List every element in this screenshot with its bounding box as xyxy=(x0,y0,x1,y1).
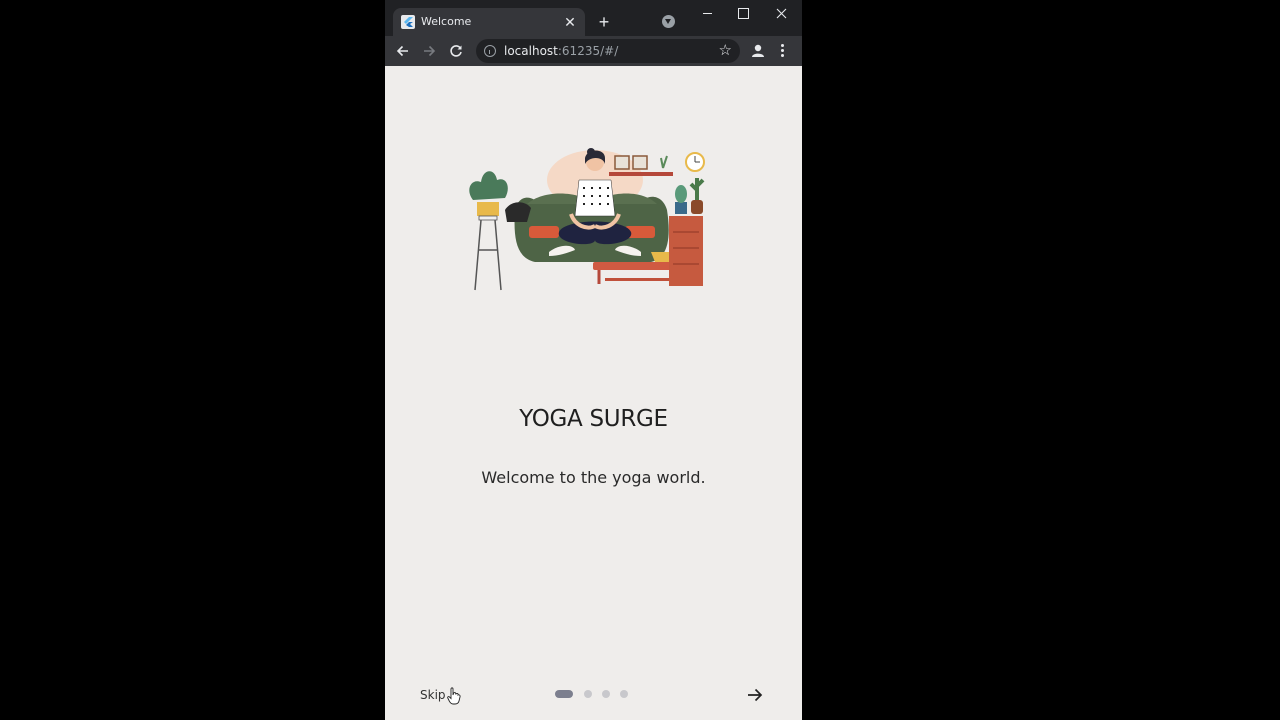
onboarding-page: YOGA SURGE Welcome to the yoga world. Sk… xyxy=(385,66,802,720)
minimize-icon[interactable] xyxy=(689,4,725,24)
welcome-subtitle: Welcome to the yoga world. xyxy=(481,468,706,487)
window-close-icon[interactable] xyxy=(763,4,799,24)
maximize-icon[interactable] xyxy=(725,4,761,24)
browser-menu-icon[interactable] xyxy=(777,42,787,60)
page-indicator-dot[interactable] xyxy=(584,690,592,698)
tab-welcome[interactable]: Welcome ✕ xyxy=(393,8,585,36)
app-title: YOGA SURGE xyxy=(519,406,668,432)
back-icon[interactable] xyxy=(393,41,413,61)
address-bar[interactable]: localhost:61235/#/ ☆ xyxy=(476,39,740,63)
tab-search-icon[interactable] xyxy=(662,15,675,28)
skip-button[interactable]: Skip xyxy=(420,688,446,702)
tab-title: Welcome xyxy=(421,15,472,28)
reload-icon[interactable] xyxy=(446,41,466,61)
forward-icon[interactable] xyxy=(419,41,439,61)
site-info-icon[interactable] xyxy=(484,45,496,57)
browser-toolbar: localhost:61235/#/ ☆ xyxy=(385,36,802,66)
yoga-illustration xyxy=(469,148,705,291)
page-indicator-dot[interactable] xyxy=(602,690,610,698)
url-text: localhost:61235/#/ xyxy=(504,44,618,58)
flutter-favicon-icon xyxy=(401,15,415,29)
profile-icon[interactable] xyxy=(749,42,767,60)
tab-close-icon[interactable]: ✕ xyxy=(561,13,579,31)
tab-strip: Welcome ✕ + xyxy=(385,0,802,36)
hand-cursor-icon xyxy=(447,687,461,705)
new-tab-icon[interactable]: + xyxy=(593,11,615,33)
browser-window: Welcome ✕ + localhost:61235/#/ ☆ YOGA SU… xyxy=(385,0,802,720)
url-path: :61235/#/ xyxy=(557,44,619,58)
page-indicator-dot[interactable] xyxy=(620,690,628,698)
page-indicator-dot[interactable] xyxy=(555,690,573,698)
bookmark-star-icon[interactable]: ☆ xyxy=(719,43,732,59)
next-arrow-icon[interactable] xyxy=(745,685,765,705)
url-host: localhost xyxy=(504,44,558,58)
